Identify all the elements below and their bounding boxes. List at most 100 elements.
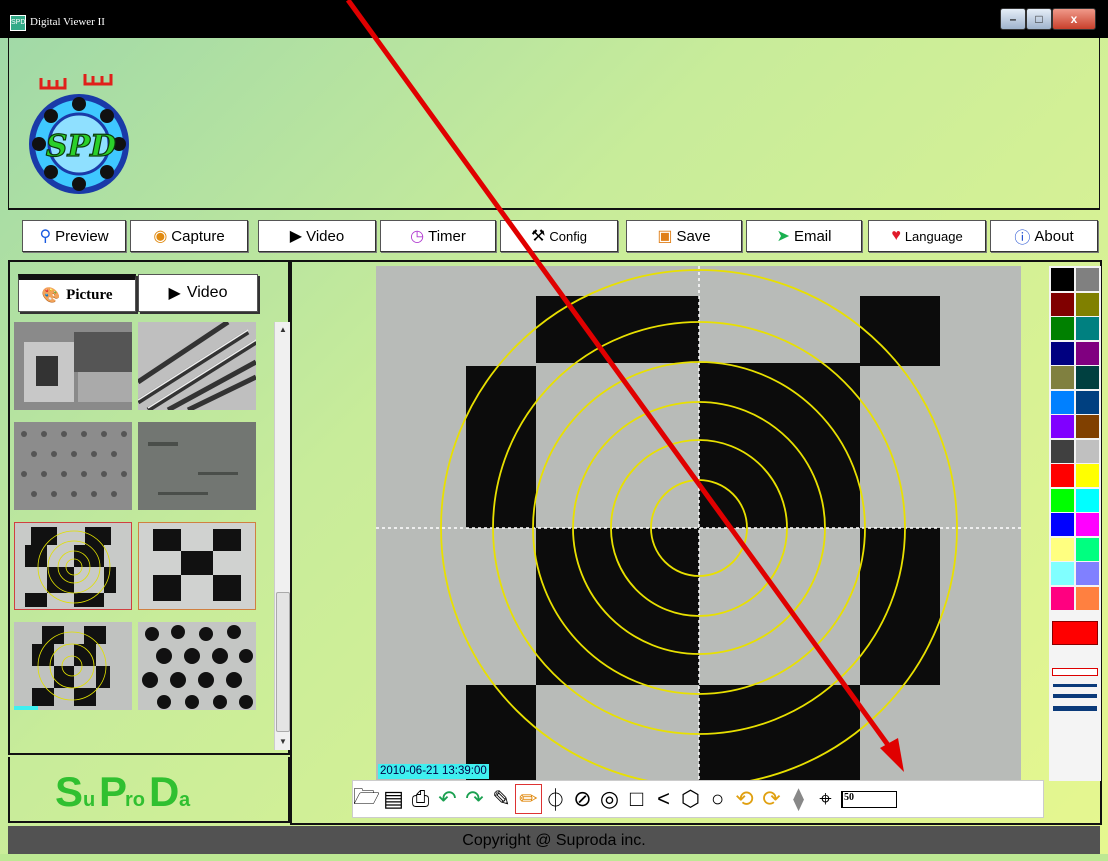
color-swatch[interactable]: [1076, 586, 1099, 610]
about-button[interactable]: ⓘ About: [990, 220, 1098, 252]
tab-video[interactable]: ▶ Video: [138, 274, 258, 312]
minimize-button[interactable]: –: [1000, 8, 1026, 30]
color-swatch[interactable]: [1076, 390, 1099, 414]
line-width-1[interactable]: [1053, 684, 1097, 687]
tab-picture[interactable]: 🎨 Picture: [18, 274, 136, 312]
video-button[interactable]: ▶ Video: [258, 220, 376, 252]
thumbnail-item[interactable]: [138, 622, 256, 710]
suproda-wordmark: S u P ro D a: [55, 768, 191, 814]
edit-text-icon[interactable]: ✎: [488, 784, 515, 814]
color-swatch[interactable]: [1076, 488, 1099, 512]
save-label: Save: [676, 227, 711, 245]
copyright-text: Copyright @ Suproda inc.: [462, 832, 646, 849]
color-swatch[interactable]: [1076, 537, 1099, 561]
thumbnail-item-selected[interactable]: [14, 522, 132, 610]
movie-camera-icon: ▶: [289, 228, 303, 245]
preview-label: Preview: [55, 227, 109, 245]
email-label: Email: [793, 227, 832, 245]
line-width-3[interactable]: [1053, 706, 1097, 711]
wrench-icon: ⚒: [531, 228, 546, 245]
undo-icon[interactable]: ↶: [434, 784, 461, 814]
color-swatch[interactable]: [1051, 292, 1074, 316]
diameter-icon[interactable]: ⊘: [569, 784, 596, 814]
app-window: SPD Digital Viewer II – □ x SPD ⚲ Previe…: [0, 0, 1108, 861]
redo-icon[interactable]: ↷: [461, 784, 488, 814]
color-swatch[interactable]: [1076, 415, 1099, 438]
scrollbar-thumb[interactable]: [276, 592, 290, 732]
thumbnail-item[interactable]: [138, 422, 256, 510]
circle-icon[interactable]: ○: [704, 784, 731, 814]
color-swatch[interactable]: [1051, 317, 1074, 340]
polygon-icon[interactable]: ⬡: [677, 784, 704, 814]
pencil-icon[interactable]: ✏: [515, 784, 542, 814]
color-swatch[interactable]: [1076, 317, 1099, 340]
rectangle-icon[interactable]: □: [623, 784, 650, 814]
color-swatch[interactable]: [1076, 341, 1099, 365]
color-swatch[interactable]: [1076, 439, 1099, 463]
gallery-scrollbar[interactable]: ▲ ▼: [274, 322, 290, 750]
paper-plane-icon: ➤: [776, 228, 790, 245]
color-swatch[interactable]: [1076, 562, 1099, 585]
color-swatch[interactable]: [1051, 439, 1074, 463]
svg-text:D: D: [149, 768, 179, 814]
current-color-swatch[interactable]: [1052, 621, 1098, 645]
color-swatch[interactable]: [1076, 292, 1099, 316]
color-swatch[interactable]: [1051, 366, 1074, 389]
email-button[interactable]: ➤ Email: [746, 220, 862, 252]
color-swatch[interactable]: [1051, 562, 1074, 585]
color-swatch[interactable]: [1051, 341, 1074, 365]
circle-measure-icon[interactable]: ⏀: [542, 784, 569, 814]
camera-icon: ◉: [153, 228, 168, 245]
thumbnail-item[interactable]: [14, 422, 132, 510]
rotate-right-icon[interactable]: ⟳: [758, 784, 785, 814]
color-swatch[interactable]: [1051, 513, 1074, 536]
paint-bucket-icon[interactable]: ⧫: [785, 784, 812, 814]
main-menu-bar: ⚲ Preview ◉ Capture ▶ Video ◷ Timer ⚒ Co…: [8, 212, 1100, 258]
color-swatch[interactable]: [1051, 537, 1074, 561]
save-file-icon[interactable]: ▤: [380, 784, 407, 814]
concentric-circles-icon[interactable]: ◎: [596, 784, 623, 814]
close-button[interactable]: x: [1052, 8, 1096, 30]
timer-button[interactable]: ◷ Timer: [380, 220, 496, 252]
annotation-toolbar: 🗁 ▤ ⎙ ↶ ↷ ✎ ✏ ⏀ ⊘ ◎ □ < ⬡ ○ ⟲ ⟳ ⧫ ⌖ 50: [352, 780, 1044, 818]
color-swatch[interactable]: [1076, 366, 1099, 389]
header-banner: SPD: [8, 38, 1100, 210]
angle-icon[interactable]: <: [650, 784, 677, 814]
color-swatch[interactable]: [1051, 464, 1074, 487]
save-button[interactable]: ▣ Save: [626, 220, 742, 252]
scroll-up-arrow-icon[interactable]: ▲: [275, 322, 291, 338]
camera-preview[interactable]: [376, 266, 1021, 781]
logo-text: SPD: [46, 129, 116, 164]
rotate-left-icon[interactable]: ⟲: [731, 784, 758, 814]
thumbnail-item[interactable]: [14, 322, 132, 410]
line-width-2[interactable]: [1053, 694, 1097, 698]
color-swatch[interactable]: [1076, 268, 1099, 291]
about-label: About: [1034, 227, 1074, 245]
thumbnail-item[interactable]: [138, 522, 256, 610]
thumbnail-item[interactable]: [138, 322, 256, 410]
color-swatch[interactable]: [1076, 464, 1099, 487]
color-swatch[interactable]: [1051, 488, 1074, 512]
scroll-down-arrow-icon[interactable]: ▼: [275, 734, 291, 750]
palette-icon: 🎨: [41, 288, 61, 304]
capture-button[interactable]: ◉ Capture: [130, 220, 248, 252]
color-swatch[interactable]: [1051, 586, 1074, 610]
color-swatch[interactable]: [1051, 390, 1074, 414]
thumbnail-item[interactable]: [14, 622, 132, 710]
clock-icon: ◷: [410, 228, 425, 245]
capture-label: Capture: [171, 227, 225, 245]
language-button[interactable]: ♥ Language: [868, 220, 986, 252]
crosshair-icon[interactable]: ⌖: [812, 784, 839, 814]
color-swatch[interactable]: [1051, 268, 1074, 291]
preview-button[interactable]: ⚲ Preview: [22, 220, 126, 252]
line-width-input[interactable]: 50: [841, 790, 897, 808]
open-folder-icon[interactable]: 🗁: [353, 784, 380, 814]
color-swatch[interactable]: [1076, 513, 1099, 536]
print-icon[interactable]: ⎙: [407, 784, 434, 814]
line-style-thin[interactable]: [1052, 668, 1098, 676]
title-bar: SPD Digital Viewer II – □ x: [0, 0, 1108, 38]
config-label: Config: [549, 228, 587, 244]
color-swatch[interactable]: [1051, 415, 1074, 438]
maximize-button[interactable]: □: [1026, 8, 1052, 30]
config-button[interactable]: ⚒ Config: [500, 220, 618, 252]
